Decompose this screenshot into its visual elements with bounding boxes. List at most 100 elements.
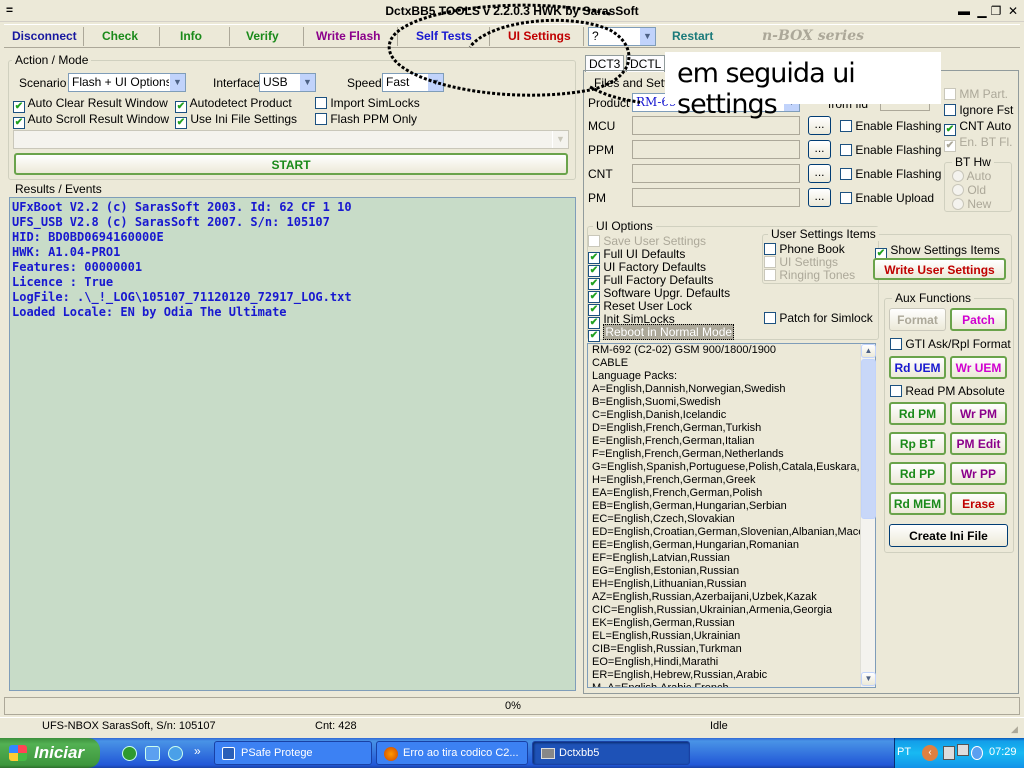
start-button[interactable]: Iniciar — [0, 738, 100, 768]
more-icon[interactable]: » — [194, 744, 201, 758]
format-button[interactable]: Format — [889, 308, 946, 331]
pm-enable-upload[interactable]: Enable Upload — [840, 191, 934, 205]
rd-uem-button[interactable]: Rd UEM — [889, 356, 946, 379]
info-line: EO=English,Hindi,Marathi — [592, 656, 719, 668]
autodetect-checkbox[interactable]: ✔ Autodetect Product — [175, 96, 292, 113]
rd-mem-button[interactable]: Rd MEM — [889, 492, 946, 515]
info-line: EB=English,German,Hungarian,Serbian — [592, 500, 787, 512]
write-user-settings-button[interactable]: Write User Settings — [873, 258, 1006, 280]
ringing-tones-checkbox[interactable]: Ringing Tones — [764, 268, 855, 282]
pm-edit-button[interactable]: PM Edit — [950, 432, 1007, 455]
annotation-callout: em seguida ui settings — [665, 52, 941, 120]
ppm-field[interactable] — [632, 140, 800, 159]
phone-info-list[interactable]: RM-692 (C2-02) GSM 900/1800/1900 CABLE Lan… — [587, 343, 876, 688]
network-icon[interactable] — [943, 746, 955, 760]
flash-ppm-checkbox[interactable]: Flash PPM Only — [315, 112, 417, 126]
task-dctxbb5[interactable]: Dctxbb5 — [532, 741, 690, 765]
start-button[interactable]: START — [14, 153, 568, 175]
mcu-enable-flashing[interactable]: Enable Flashing — [840, 119, 941, 133]
scroll-thumb[interactable] — [861, 359, 876, 519]
en-bt-checkbox[interactable]: ✔ En. BT Fl. — [944, 135, 1012, 152]
task-psafe[interactable]: PSafe Protege — [214, 741, 372, 765]
wr-uem-button[interactable]: Wr UEM — [950, 356, 1007, 379]
rd-pp-button[interactable]: Rd PP — [889, 462, 946, 485]
check-icon: ✔ — [588, 330, 600, 342]
scribble-annotation — [387, 3, 640, 104]
mcu-browse-button[interactable]: ... — [808, 116, 831, 135]
info-scrollbar[interactable]: ▲ ▼ — [860, 344, 876, 687]
reboot-normal-checkbox[interactable]: ✔ Reboot in Normal Mode — [588, 324, 735, 342]
media-player-icon[interactable] — [168, 746, 183, 761]
cnt-enable-flashing[interactable]: Enable Flashing — [840, 167, 941, 181]
scenario-label: Scenario — [19, 76, 67, 90]
tray-icon[interactable] — [971, 746, 983, 760]
aux-functions-legend: Aux Functions — [892, 291, 975, 305]
ui-settings-checkbox[interactable]: UI Settings — [764, 255, 838, 269]
quicklaunch-icon[interactable] — [145, 746, 160, 761]
wr-pm-button[interactable]: Wr PM — [950, 402, 1007, 425]
rp-bt-button[interactable]: Rp BT — [889, 432, 946, 455]
info-line: ER=English,Hebrew,Russian,Arabic — [592, 669, 768, 681]
wr-pp-button[interactable]: Wr PP — [950, 462, 1007, 485]
quicklaunch-icon[interactable] — [122, 746, 137, 761]
erase-button[interactable]: Erase — [950, 492, 1007, 515]
cnt-auto-checkbox[interactable]: ✔ CNT Auto — [944, 119, 1011, 136]
gti-ask-checkbox[interactable]: GTI Ask/Rpl Format — [890, 337, 1011, 351]
use-ini-checkbox[interactable]: ✔ Use Ini File Settings — [175, 112, 297, 129]
verify-button[interactable]: Verify — [240, 27, 304, 46]
rd-pm-button[interactable]: Rd PM — [889, 402, 946, 425]
info-line: EF=English,Latvian,Russian — [592, 552, 730, 564]
ppm-enable-flashing[interactable]: Enable Flashing — [840, 143, 941, 157]
bt-old-radio[interactable]: Old — [952, 183, 986, 197]
resize-grip-icon[interactable]: ◢ — [1011, 724, 1018, 735]
check-icon: ✔ — [944, 140, 956, 152]
scenario-select[interactable]: Flash + UI Options ▼ — [68, 73, 186, 92]
ppm-browse-button[interactable]: ... — [808, 140, 831, 159]
bt-new-radio[interactable]: New — [952, 197, 991, 211]
info-line: Language Packs: — [592, 370, 678, 382]
cnt-field[interactable] — [632, 164, 800, 183]
minimize-button[interactable]: ▬ — [956, 5, 972, 19]
patch-simlock-checkbox[interactable]: Patch for Simlock — [764, 311, 873, 325]
pm-label: PM — [588, 191, 606, 205]
save-user-checkbox[interactable]: Save User Settings — [588, 234, 706, 248]
ignore-fst-checkbox[interactable]: Ignore Fst — [944, 103, 1013, 117]
info-button[interactable]: Info — [174, 27, 230, 46]
scroll-up-icon[interactable]: ▲ — [861, 344, 876, 358]
patch-button[interactable]: Patch — [950, 308, 1007, 331]
windows-logo-icon — [9, 745, 27, 761]
maximize-button[interactable]: ❐ — [988, 5, 1004, 19]
bt-auto-radio[interactable]: Auto — [952, 169, 991, 183]
auto-clear-checkbox[interactable]: ✔ Auto Clear Result Window — [13, 96, 168, 113]
psafe-icon — [222, 747, 235, 760]
mm-part-checkbox[interactable]: MM Part. — [944, 87, 1008, 101]
pm-browse-button[interactable]: ... — [808, 188, 831, 207]
progress-text: 0% — [505, 700, 521, 712]
log-line: Loaded Locale: EN by Odia The Ultimate — [12, 305, 287, 319]
file-select[interactable]: ▼ — [13, 130, 569, 149]
read-pm-absolute-checkbox[interactable]: Read PM Absolute — [890, 384, 1005, 398]
create-ini-button[interactable]: Create Ini File — [889, 524, 1008, 547]
user-settings-items-legend: User Settings Items — [768, 227, 879, 241]
info-line: EL=English,Russian,Ukrainian — [592, 630, 741, 642]
interface-select[interactable]: USB ▼ — [259, 73, 316, 92]
language-indicator[interactable]: PT — [897, 746, 911, 758]
check-button[interactable]: Check — [96, 27, 160, 46]
pm-field[interactable] — [632, 188, 800, 207]
chevron-down-icon: ▼ — [639, 28, 655, 45]
cnt-browse-button[interactable]: ... — [808, 164, 831, 183]
info-line: CABLE — [592, 357, 629, 369]
disconnect-button[interactable]: Disconnect — [6, 27, 84, 46]
progress-bar: 0% — [4, 697, 1020, 715]
ppm-label: PPM — [588, 143, 615, 157]
auto-scroll-checkbox[interactable]: ✔ Auto Scroll Result Window — [13, 112, 169, 129]
chevron-left-icon[interactable]: ‹ — [922, 745, 938, 761]
close-button[interactable]: ✕ — [1005, 5, 1021, 19]
scroll-down-icon[interactable]: ▼ — [861, 672, 876, 686]
task-firefox[interactable]: Erro ao tira codico C2... — [376, 741, 528, 765]
network-icon[interactable] — [957, 744, 969, 756]
log-line: LogFile: .\_!_LOG\105107_71120120_72917_… — [12, 290, 352, 304]
info-line: E=English,French,German,Italian — [592, 435, 755, 447]
phone-book-checkbox[interactable]: Phone Book — [764, 242, 845, 256]
restart-button[interactable]: Restart — [666, 27, 719, 46]
